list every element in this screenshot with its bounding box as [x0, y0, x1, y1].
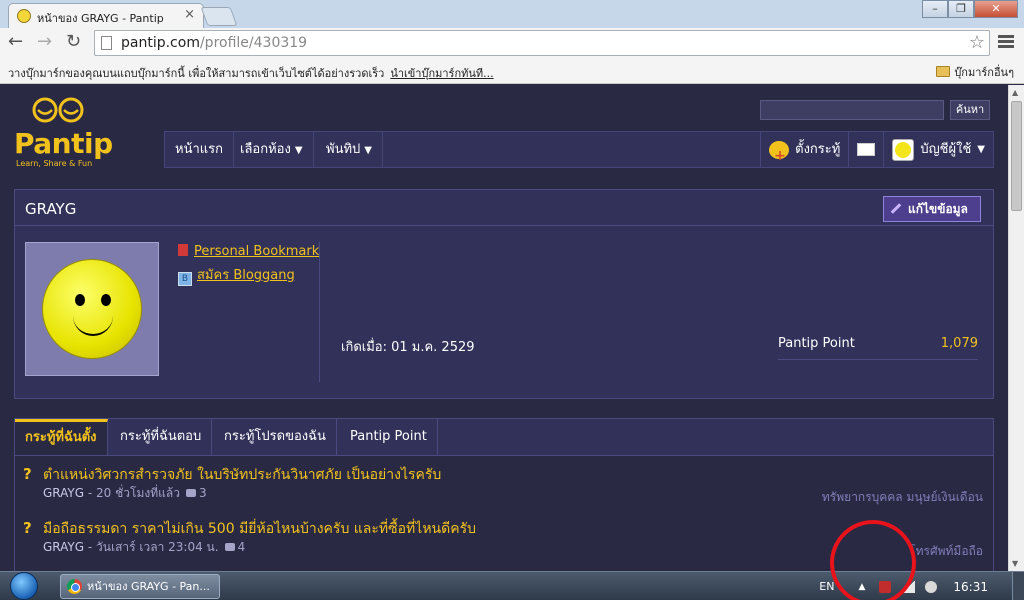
address-bar[interactable]: pantip.com/profile/430319 ☆: [94, 30, 990, 56]
tab-favorite-topics[interactable]: กระทู้โปรดของฉัน: [214, 419, 337, 455]
logo-wordmark: Pantip: [14, 127, 113, 160]
profile-name: GRAYG: [25, 200, 77, 218]
topic-author[interactable]: GRAYG: [43, 540, 84, 554]
language-indicator[interactable]: EN: [819, 580, 834, 593]
site-navbar: หน้าแรก เลือกห้อง▼ พันทิป▼ ตั้งกระทู้ บั…: [164, 131, 994, 174]
other-bookmarks[interactable]: บุ๊กมาร์กอื่นๆ: [936, 63, 1014, 81]
scrollbar-thumb[interactable]: [1011, 101, 1022, 211]
topic-meta: GRAYG - วันเสาร์ เวลา 23:04 น. 4: [43, 540, 246, 554]
bookmark-bar-message: วางบุ๊กมาร์กของคุณบนแถบบุ๊กมาร์กนี้ เพื่…: [8, 67, 494, 80]
edit-profile-button[interactable]: แก้ไขข้อมูล: [883, 196, 981, 222]
birth-date: เกิดเมื่อ: 01 ม.ค. 2529: [341, 340, 475, 355]
new-tab-button[interactable]: [200, 7, 238, 26]
chevron-down-icon: ▼: [977, 144, 985, 155]
search-button[interactable]: ค้นหา: [950, 100, 990, 120]
forward-button[interactable]: →: [37, 33, 52, 51]
volume-muted-icon[interactable]: [925, 580, 938, 593]
avatar-small: [892, 138, 915, 161]
profile-panel: GRAYG แก้ไขข้อมูล Personal Bookmark B สมั…: [14, 189, 994, 399]
browser-titlebar: หน้าของ GRAYG - Pantip × – ❐ ✕: [0, 0, 1024, 28]
pantip-point-row: Pantip Point 1,079: [778, 328, 978, 360]
windows-logo-icon: [10, 572, 38, 600]
topic-title[interactable]: ตำแหน่งวิศวกรสำรวจภัย ในบริษัทประกันวินา…: [43, 464, 441, 486]
smiley-face-icon: [42, 259, 142, 359]
chrome-menu-icon[interactable]: [998, 35, 1014, 50]
messages-button[interactable]: [848, 132, 883, 167]
topic-list: ? ตำแหน่งวิศวกรสำรวจภัย ในบริษัทประกันวิ…: [14, 456, 994, 571]
start-button[interactable]: [6, 572, 46, 600]
tab-close-icon[interactable]: ×: [184, 7, 195, 22]
pantip-point-label: Pantip Point: [778, 336, 855, 351]
scroll-down-icon[interactable]: ▼: [1012, 559, 1018, 568]
chevron-down-icon: ▼: [364, 145, 372, 156]
topic-meta: GRAYG - 20 ชั่วโมงที่แล้ว 3: [43, 486, 207, 500]
power-icon[interactable]: [879, 580, 892, 593]
comment-icon: [224, 543, 235, 551]
system-tray: EN ▲ 16:31: [819, 572, 1024, 600]
taskbar-chrome-item[interactable]: หน้าของ GRAYG - Pan...: [60, 574, 220, 599]
nav-home[interactable]: หน้าแรก: [165, 132, 234, 167]
folder-icon: [936, 66, 951, 77]
close-window-button[interactable]: ✕: [974, 0, 1018, 18]
comment-icon: [185, 489, 196, 497]
reload-button[interactable]: ↻: [66, 33, 81, 51]
account-menu[interactable]: บัญชีผู้ใช้ ▼: [883, 132, 993, 167]
bookmark-icon: [178, 244, 188, 256]
bookmark-star-icon[interactable]: ☆: [969, 32, 985, 53]
show-hidden-icons-icon[interactable]: ▲: [858, 582, 865, 592]
topic-author[interactable]: GRAYG: [43, 486, 84, 500]
tab-my-topics[interactable]: กระทู้ที่ฉันตั้ง: [15, 419, 108, 455]
avatar: [25, 242, 159, 376]
topic-tags[interactable]: โทรศัพท์มือถือ: [909, 542, 983, 561]
list-item[interactable]: ? ตำแหน่งวิศวกรสำรวจภัย ในบริษัทประกันวิ…: [15, 456, 995, 506]
topic-title[interactable]: มือถือธรรมดา ราคาไม่เกิน 500 มียี่ห้อไหน…: [43, 518, 476, 540]
bookmark-bar: วางบุ๊กมาร์กของคุณบนแถบบุ๊กมาร์กนี้ เพื่…: [0, 58, 1024, 84]
bloggang-icon: B: [178, 272, 192, 286]
page-scrollbar[interactable]: ▲ ▼: [1008, 85, 1024, 571]
clock[interactable]: 16:31: [953, 580, 988, 594]
minimize-button[interactable]: –: [922, 0, 948, 18]
page-viewport: Pantip Learn, Share & Fun ค้นหา หน้าแรก …: [0, 85, 1008, 571]
divider: [319, 242, 320, 382]
windows-taskbar: หน้าของ GRAYG - Pan... EN ▲ 16:31: [0, 571, 1024, 600]
profile-header: GRAYG แก้ไขข้อมูล: [15, 190, 993, 226]
network-icon[interactable]: [901, 580, 916, 593]
question-icon: ?: [23, 519, 32, 537]
chrome-icon: [67, 579, 82, 594]
profile-links: Personal Bookmark B สมัคร Bloggang: [178, 244, 319, 286]
show-desktop-button[interactable]: [1012, 572, 1024, 600]
topic-tags[interactable]: ทรัพยากรบุคคล มนุษย์เงินเดือน: [822, 488, 983, 507]
tab-my-replies[interactable]: กระทู้ที่ฉันตอบ: [110, 419, 213, 455]
pantip-point-value: 1,079: [940, 336, 978, 351]
search-input[interactable]: [760, 100, 944, 120]
personal-bookmark-link[interactable]: Personal Bookmark: [194, 244, 319, 259]
pantip-logo-mark-icon: [32, 97, 84, 123]
logo-tagline: Learn, Share & Fun: [16, 159, 93, 168]
mail-icon: [857, 143, 876, 156]
pencil-icon: [890, 203, 902, 214]
nav-choose-room[interactable]: เลือกห้อง ▼: [230, 132, 314, 167]
chevron-down-icon: ▼: [294, 145, 303, 156]
window-controls: – ❐ ✕: [922, 0, 1018, 18]
page-icon: [101, 36, 112, 50]
profile-tabs: กระทู้ที่ฉันตั้ง กระทู้ที่ฉันตอบ กระทู้โ…: [14, 418, 994, 456]
question-icon: ?: [23, 465, 32, 483]
tab-pantip-point[interactable]: Pantip Point: [340, 419, 438, 455]
back-button[interactable]: ←: [8, 33, 23, 51]
browser-tab[interactable]: หน้าของ GRAYG - Pantip ×: [8, 3, 204, 28]
new-topic-icon: [769, 139, 790, 174]
pantip-favicon-icon: [17, 9, 31, 23]
browser-toolbar: ← → ↻ pantip.com/profile/430319 ☆: [0, 28, 1024, 58]
register-bloggang-link[interactable]: สมัคร Bloggang: [197, 268, 295, 283]
scroll-up-icon[interactable]: ▲: [1012, 88, 1018, 97]
create-topic-button[interactable]: ตั้งกระทู้: [760, 132, 848, 174]
tab-title: หน้าของ GRAYG - Pantip: [37, 12, 164, 25]
address-url: pantip.com/profile/430319: [121, 35, 308, 51]
import-bookmarks-link[interactable]: นำเข้าบุ๊กมาร์กทันที...: [390, 67, 493, 80]
maximize-button[interactable]: ❐: [948, 0, 974, 18]
nav-pantip[interactable]: พันทิป ▼: [316, 132, 383, 167]
list-item[interactable]: ? มือถือธรรมดา ราคาไม่เกิน 500 มียี่ห้อไ…: [15, 510, 995, 560]
